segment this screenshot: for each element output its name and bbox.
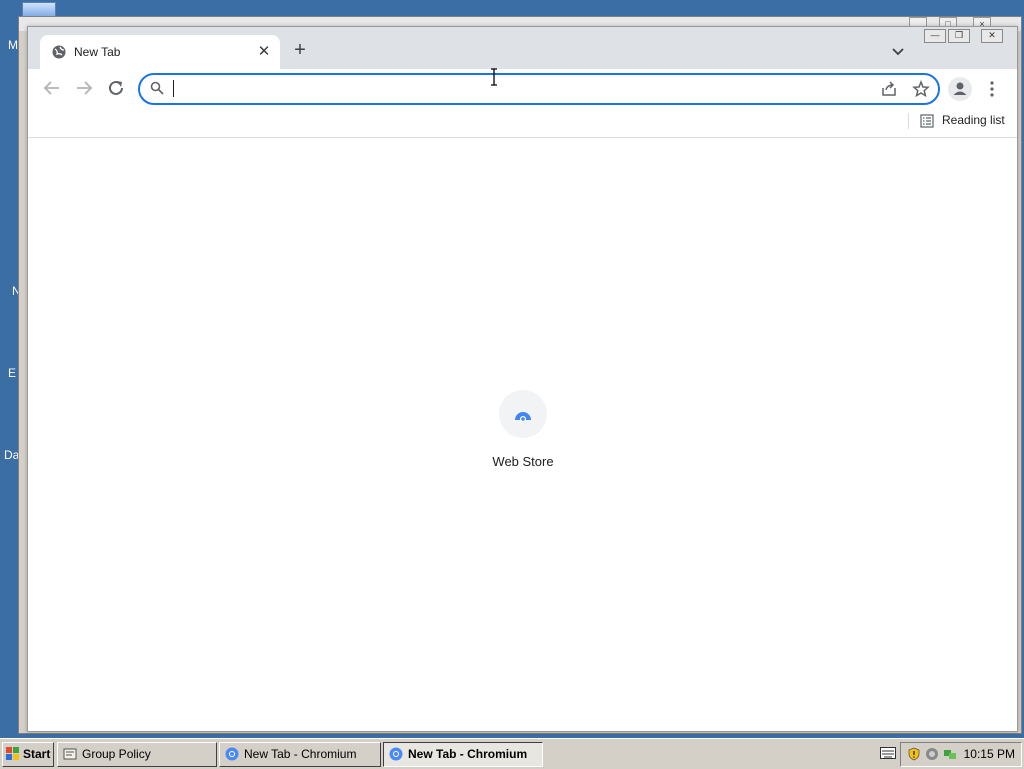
taskbar-item-chromium[interactable]: New Tab - Chromium xyxy=(219,742,381,767)
back-arrow-icon xyxy=(43,81,59,95)
tab-title: New Tab xyxy=(74,45,121,59)
group-policy-icon xyxy=(63,748,77,760)
tab-close-icon[interactable]: ✕ xyxy=(254,42,274,62)
network-icon[interactable] xyxy=(943,747,957,761)
person-icon xyxy=(953,82,967,95)
web-store-icon xyxy=(515,412,531,422)
chromium-icon xyxy=(225,747,239,761)
profile-button[interactable] xyxy=(948,77,972,101)
shortcut-label: Web Store xyxy=(492,454,554,469)
system-tray: 10:15 PM xyxy=(900,742,1022,767)
kebab-menu-icon[interactable] xyxy=(984,77,1000,101)
close-icon[interactable]: ✕ xyxy=(981,29,1003,43)
reload-icon xyxy=(109,80,123,95)
chromium-icon xyxy=(389,747,403,761)
desktop-label: M xyxy=(8,38,18,52)
forward-arrow-icon xyxy=(77,81,93,95)
reading-list-icon[interactable] xyxy=(920,114,934,128)
keyboard-icon[interactable] xyxy=(880,747,896,759)
share-icon[interactable] xyxy=(880,80,898,98)
new-tab-page: Web Store xyxy=(28,138,1017,731)
taskbar-item-label: New Tab - Chromium xyxy=(408,747,528,761)
desktop-label: E xyxy=(8,366,17,380)
tab-strip: New Tab ✕ + — ❐ ✕ xyxy=(28,27,1017,69)
back-button[interactable] xyxy=(41,77,63,99)
reading-list-button[interactable]: Reading list xyxy=(942,113,1005,127)
volume-icon[interactable] xyxy=(925,747,939,761)
shortcut-web-store[interactable]: Web Store xyxy=(473,390,573,469)
browser-toolbar xyxy=(28,69,1017,107)
globe-icon xyxy=(52,45,66,59)
bookmark-star-icon[interactable] xyxy=(912,80,930,98)
chromium-window: New Tab ✕ + — ❐ ✕ Reading list Web Store xyxy=(27,26,1018,732)
address-input[interactable] xyxy=(172,79,836,101)
text-caret xyxy=(173,80,174,97)
bookmarks-bar: Reading list xyxy=(28,107,1017,138)
taskbar-item-chromium-active[interactable]: New Tab - Chromium xyxy=(383,742,543,767)
tab-search-chevron-icon[interactable] xyxy=(890,43,906,59)
taskbar-item-label: New Tab - Chromium xyxy=(244,747,357,761)
ibeam-cursor-icon xyxy=(491,68,497,86)
forward-button[interactable] xyxy=(73,77,95,99)
taskbar: Start Group Policy New Tab - Chromium Ne… xyxy=(0,738,1024,769)
tab-new-tab[interactable]: New Tab ✕ xyxy=(40,35,280,69)
taskbar-item-label: Group Policy xyxy=(82,747,151,761)
start-label: Start xyxy=(23,747,51,761)
search-icon xyxy=(150,81,164,95)
clock: 10:15 PM xyxy=(963,747,1015,761)
restore-icon[interactable]: ❐ xyxy=(948,29,970,43)
taskbar-item-group-policy[interactable]: Group Policy xyxy=(57,742,217,767)
start-button[interactable]: Start xyxy=(2,742,54,767)
address-bar[interactable] xyxy=(138,73,940,105)
windows-logo-icon xyxy=(6,747,19,760)
reload-button[interactable] xyxy=(105,77,127,99)
shortcut-tile xyxy=(499,390,547,438)
security-shield-icon[interactable] xyxy=(907,747,921,761)
new-tab-button[interactable]: + xyxy=(290,40,310,61)
minimize-icon[interactable]: — xyxy=(924,29,946,43)
bookmarks-separator xyxy=(908,113,909,129)
